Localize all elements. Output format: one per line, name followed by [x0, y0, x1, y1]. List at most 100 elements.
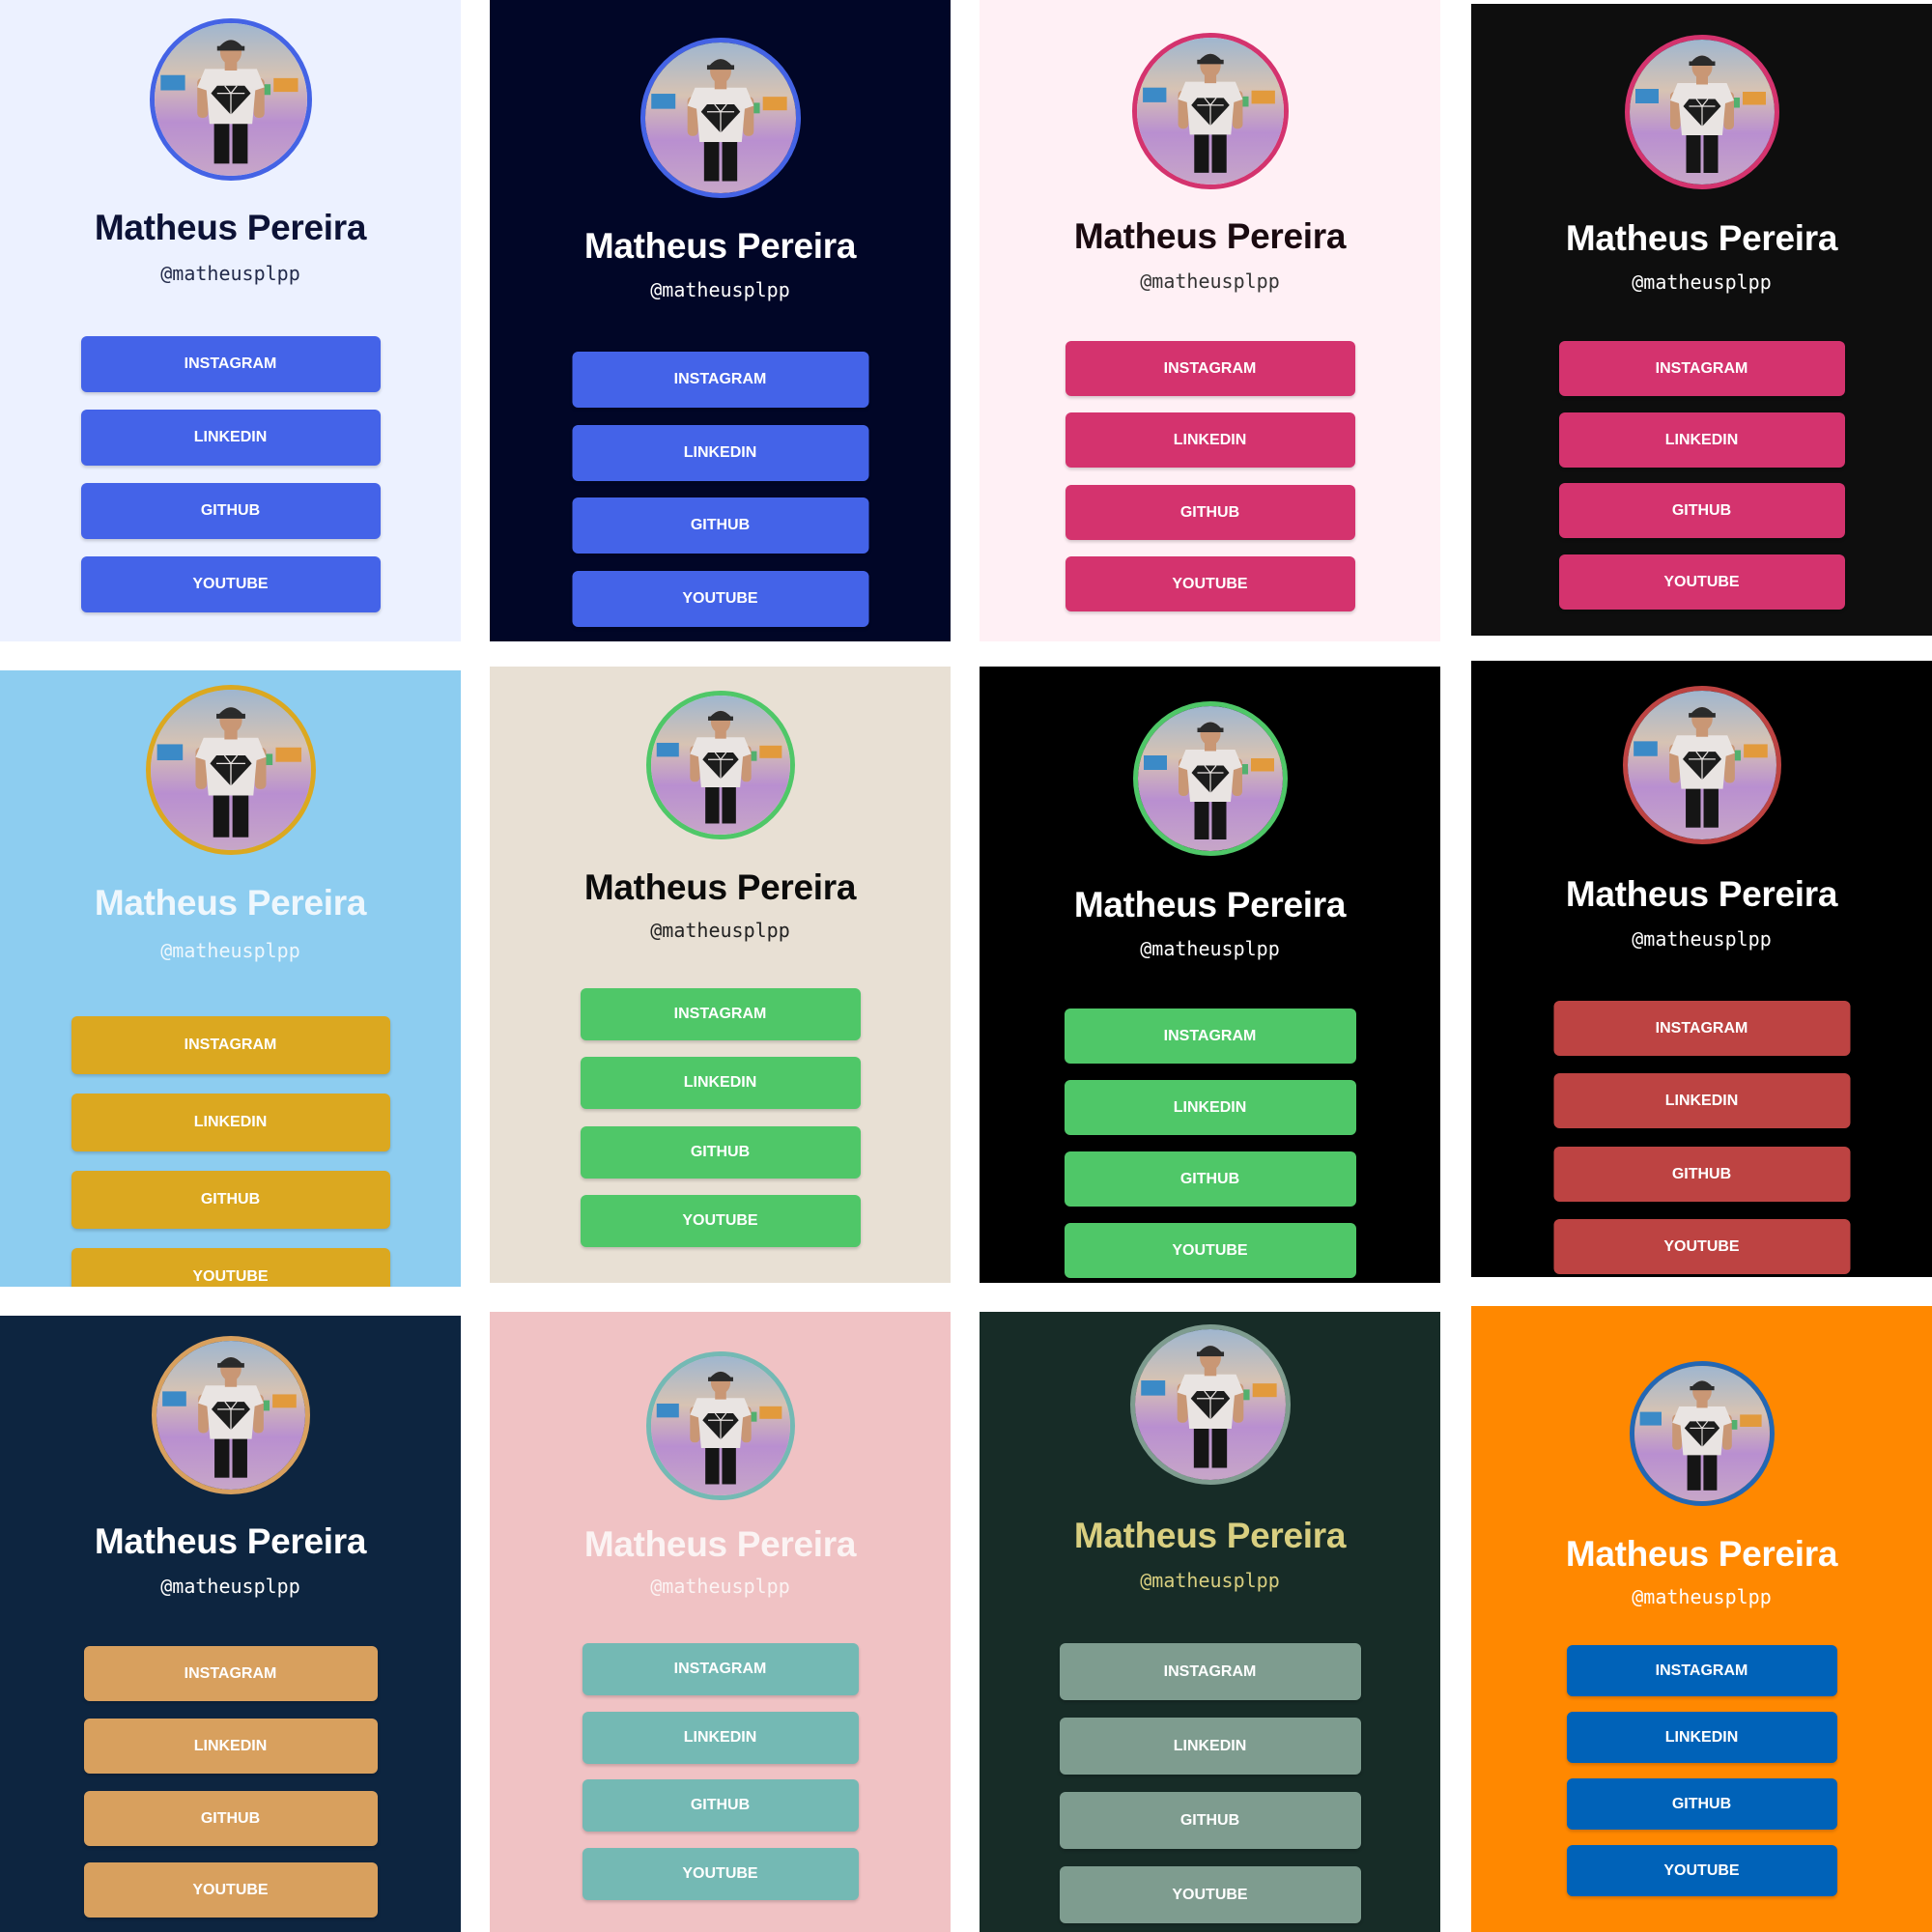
theme-card-11: Matheus Pereira @matheusplpp INSTAGRAM L… [980, 1312, 1440, 1932]
instagram-button[interactable]: INSTAGRAM [71, 1016, 390, 1074]
profile-handle: @matheusplpp [650, 278, 790, 301]
avatar [1629, 1361, 1775, 1506]
avatar-photo [1134, 1329, 1286, 1480]
github-button[interactable]: GITHUB [1064, 1151, 1356, 1207]
instagram-button[interactable]: INSTAGRAM [83, 1646, 378, 1701]
linkedin-button[interactable]: LINKEDIN [1064, 1080, 1356, 1135]
linkedin-button[interactable]: LINKEDIN [1065, 412, 1355, 468]
profile-handle: @matheusplpp [1140, 270, 1280, 293]
github-button[interactable]: GITHUB [1566, 1778, 1837, 1830]
github-button[interactable]: GITHUB [71, 1171, 390, 1229]
theme-card-2: Matheus Pereira @matheusplpp INSTAGRAM L… [490, 0, 951, 641]
github-button[interactable]: GITHUB [580, 1126, 861, 1179]
avatar-photo [154, 23, 307, 176]
profile-name: Matheus Pereira [94, 1521, 367, 1561]
linkedin-button[interactable]: LINKEDIN [582, 1712, 859, 1764]
theme-card-9: Matheus Pereira @matheusplpp INSTAGRAM L… [0, 1316, 461, 1932]
github-button[interactable]: GITHUB [1553, 1147, 1850, 1202]
github-button[interactable]: GITHUB [1558, 483, 1845, 538]
avatar-photo [1634, 1366, 1770, 1501]
profile-handle: @matheusplpp [1140, 937, 1280, 960]
instagram-button[interactable]: INSTAGRAM [1059, 1643, 1361, 1700]
youtube-button[interactable]: YOUTUBE [580, 1195, 861, 1247]
github-button[interactable]: GITHUB [582, 1779, 859, 1832]
instagram-button[interactable]: INSTAGRAM [1566, 1645, 1837, 1696]
youtube-button[interactable]: YOUTUBE [80, 556, 381, 612]
theme-card-10: Matheus Pereira @matheusplpp INSTAGRAM L… [490, 1312, 951, 1932]
avatar [639, 38, 801, 198]
avatar [1622, 686, 1781, 844]
profile-name: Matheus Pereira [1565, 1534, 1838, 1574]
profile-name: Matheus Pereira [94, 208, 367, 247]
profile-name: Matheus Pereira [1073, 1516, 1347, 1555]
linkedin-button[interactable]: LINKEDIN [71, 1094, 390, 1151]
linkedin-button[interactable]: LINKEDIN [572, 425, 868, 481]
linkedin-button[interactable]: LINKEDIN [80, 410, 381, 466]
profile-name: Matheus Pereira [94, 883, 367, 923]
avatar [645, 691, 795, 839]
profile-name: Matheus Pereira [1565, 874, 1838, 914]
profile-handle: @matheusplpp [160, 1575, 300, 1598]
profile-handle: @matheusplpp [1632, 1585, 1772, 1608]
youtube-button[interactable]: YOUTUBE [1065, 556, 1355, 611]
avatar [1132, 701, 1288, 856]
youtube-button[interactable]: YOUTUBE [1059, 1866, 1361, 1923]
instagram-button[interactable]: INSTAGRAM [1553, 1001, 1850, 1056]
avatar-photo [1137, 706, 1283, 851]
avatar-photo [650, 696, 790, 835]
avatar [1131, 33, 1289, 189]
avatar-photo [1136, 38, 1284, 185]
theme-card-8: Matheus Pereira @matheusplpp INSTAGRAM L… [1471, 661, 1932, 1277]
instagram-button[interactable]: INSTAGRAM [582, 1643, 859, 1695]
avatar [149, 18, 312, 181]
youtube-button[interactable]: YOUTUBE [1558, 554, 1845, 610]
profile-handle: @matheusplpp [1632, 927, 1772, 951]
github-button[interactable]: GITHUB [80, 483, 381, 539]
profile-handle: @matheusplpp [160, 939, 300, 962]
avatar [645, 1351, 795, 1500]
profile-name: Matheus Pereira [1565, 218, 1838, 258]
youtube-button[interactable]: YOUTUBE [1566, 1845, 1837, 1896]
avatar-photo [1629, 40, 1775, 185]
instagram-button[interactable]: INSTAGRAM [572, 352, 868, 408]
avatar [151, 1336, 310, 1494]
theme-card-7: Matheus Pereira @matheusplpp INSTAGRAM L… [980, 667, 1440, 1283]
linkedin-button[interactable]: LINKEDIN [1558, 412, 1845, 468]
linkedin-button[interactable]: LINKEDIN [1566, 1712, 1837, 1763]
youtube-button[interactable]: YOUTUBE [83, 1862, 378, 1918]
profile-name: Matheus Pereira [583, 1524, 857, 1564]
profile-handle: @matheusplpp [650, 1575, 790, 1598]
avatar [1624, 35, 1779, 189]
theme-card-4: Matheus Pereira @matheusplpp INSTAGRAM L… [1471, 4, 1932, 636]
youtube-button[interactable]: YOUTUBE [1064, 1223, 1356, 1278]
youtube-button[interactable]: YOUTUBE [1553, 1219, 1850, 1274]
youtube-button[interactable]: YOUTUBE [71, 1248, 390, 1287]
instagram-button[interactable]: INSTAGRAM [1065, 341, 1355, 396]
instagram-button[interactable]: INSTAGRAM [80, 336, 381, 392]
github-button[interactable]: GITHUB [1059, 1792, 1361, 1849]
instagram-button[interactable]: INSTAGRAM [1558, 341, 1845, 396]
github-button[interactable]: GITHUB [83, 1791, 378, 1846]
github-button[interactable]: GITHUB [1065, 485, 1355, 540]
avatar-photo [156, 1341, 305, 1490]
linkedin-button[interactable]: LINKEDIN [1553, 1073, 1850, 1128]
youtube-button[interactable]: YOUTUBE [582, 1848, 859, 1900]
instagram-button[interactable]: INSTAGRAM [580, 988, 861, 1040]
theme-card-5: Matheus Pereira @matheusplpp INSTAGRAM L… [0, 670, 461, 1287]
theme-card-1: Matheus Pereira @matheusplpp INSTAGRAM L… [0, 0, 461, 641]
profile-handle: @matheusplpp [1140, 1569, 1280, 1592]
avatar-photo [644, 43, 796, 193]
linkedin-button[interactable]: LINKEDIN [580, 1057, 861, 1109]
youtube-button[interactable]: YOUTUBE [572, 571, 868, 627]
avatar-photo [650, 1356, 790, 1495]
linkedin-button[interactable]: LINKEDIN [83, 1719, 378, 1774]
avatar [145, 685, 316, 855]
theme-card-6: Matheus Pereira @matheusplpp INSTAGRAM L… [490, 667, 951, 1283]
github-button[interactable]: GITHUB [572, 497, 868, 554]
instagram-button[interactable]: INSTAGRAM [1064, 1009, 1356, 1064]
linkedin-button[interactable]: LINKEDIN [1059, 1718, 1361, 1775]
profile-handle: @matheusplpp [160, 262, 300, 285]
theme-card-3: Matheus Pereira @matheusplpp INSTAGRAM L… [980, 0, 1440, 641]
avatar [1129, 1324, 1291, 1485]
profile-handle: @matheusplpp [650, 919, 790, 942]
